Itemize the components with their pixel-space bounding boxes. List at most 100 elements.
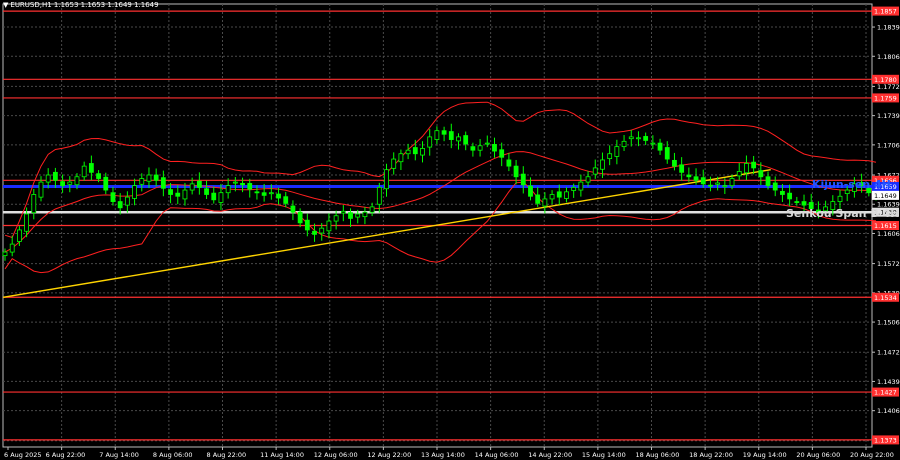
red-level-tag-text: 1.1615 xyxy=(874,222,897,230)
candle-body xyxy=(384,169,389,190)
candle-body xyxy=(535,194,541,204)
candle-body xyxy=(448,131,454,140)
candle-body xyxy=(254,191,260,194)
y-tick-label: 1.1706 xyxy=(877,141,900,149)
candle-body xyxy=(31,194,37,214)
candle-body xyxy=(117,201,123,209)
candle-body xyxy=(650,142,656,145)
red-level-tag-text: 1.1534 xyxy=(874,294,897,302)
candle-body xyxy=(196,180,202,188)
candle-body xyxy=(564,191,569,199)
candle-body xyxy=(794,201,800,203)
candle-body xyxy=(506,159,512,167)
candle-body xyxy=(708,184,713,187)
y-tick-label: 1.1739 xyxy=(877,112,900,120)
candle-body xyxy=(124,196,130,206)
candle-body xyxy=(765,176,771,187)
candle-body xyxy=(672,159,677,167)
candle-body xyxy=(110,192,116,202)
candle-body xyxy=(348,212,353,219)
x-tick-label: 8 Aug 22:00 xyxy=(207,451,247,459)
candle-body xyxy=(628,136,634,140)
candle-body xyxy=(67,181,73,185)
chart-header: ▼ EURUSD,H1 1.1653 1.1653 1.1649 1.1649 xyxy=(3,1,159,9)
candle-body xyxy=(304,219,310,231)
candle-body xyxy=(729,178,735,187)
candle-body xyxy=(614,146,620,157)
candle-body xyxy=(326,220,332,232)
candle-body xyxy=(211,192,217,201)
candle-body xyxy=(463,135,469,145)
candle-body xyxy=(420,148,425,156)
candle-body xyxy=(45,174,51,183)
y-tick-label: 1.1606 xyxy=(877,230,900,238)
y-tick-label: 1.1572 xyxy=(877,260,900,268)
candle-body xyxy=(74,176,80,186)
candle-body xyxy=(146,174,152,182)
candle-body xyxy=(376,187,382,205)
x-tick-label: 11 Aug 14:00 xyxy=(260,451,304,459)
symbol-ohlc-text: EURUSD,H1 1.1653 1.1653 1.1649 1.1649 xyxy=(10,1,159,9)
candle-body xyxy=(780,190,785,195)
y-tick-label: 1.1772 xyxy=(877,83,900,91)
candle-body xyxy=(758,170,764,178)
candle-body xyxy=(96,173,101,179)
candle-body xyxy=(225,185,231,194)
x-tick-label: 14 Aug 06:00 xyxy=(475,451,519,459)
candle-body xyxy=(657,142,663,151)
x-tick-label: 6 Aug 2025 xyxy=(4,451,42,459)
candle-body xyxy=(744,163,749,174)
candle-body xyxy=(787,192,793,200)
candle-body xyxy=(700,177,706,185)
candle-body xyxy=(312,230,317,235)
candle-body xyxy=(513,165,519,178)
candle-body xyxy=(607,153,613,160)
candle-body xyxy=(715,182,721,185)
candle-body xyxy=(103,176,109,191)
candle-body xyxy=(168,189,173,195)
candle-body xyxy=(492,144,497,152)
candle-body xyxy=(542,198,548,207)
candle-body xyxy=(837,195,843,202)
candle-body xyxy=(52,171,58,181)
candle-body xyxy=(686,174,692,178)
candle-body xyxy=(232,181,238,184)
candle-body xyxy=(240,183,245,186)
candle-body xyxy=(528,185,533,197)
senkou-span-b-label: Senkou Span B 4H xyxy=(786,207,900,220)
red-level-tag-text: 1.1373 xyxy=(874,436,897,444)
x-tick-label: 15 Aug 14:00 xyxy=(582,451,626,459)
candle-body xyxy=(153,174,159,181)
candle-body xyxy=(81,165,87,178)
candle-body xyxy=(160,177,166,189)
x-tick-label: 20 Aug 22:00 xyxy=(850,451,894,459)
x-tick-label: 8 Aug 06:00 xyxy=(153,451,193,459)
candle-body xyxy=(290,205,296,213)
candle-body xyxy=(549,194,555,200)
candle-body xyxy=(477,145,483,151)
candle-body xyxy=(751,161,757,169)
candle-body xyxy=(218,192,224,203)
candle-body xyxy=(362,211,368,218)
red-level-tag-text: 1.1759 xyxy=(874,94,897,102)
red-level-tag-text: 1.1427 xyxy=(874,389,897,397)
candle-body xyxy=(434,130,440,140)
candle-body xyxy=(801,201,807,206)
candle-body xyxy=(592,167,598,175)
candle-body xyxy=(484,142,490,145)
candle-body xyxy=(427,136,433,148)
candle-body xyxy=(571,187,577,191)
x-tick-label: 12 Aug 06:00 xyxy=(314,451,358,459)
candle-body xyxy=(261,192,267,196)
red-level-tag-text: 1.1857 xyxy=(874,8,897,16)
candle-body xyxy=(679,164,685,173)
candle-body xyxy=(16,229,22,242)
x-tick-label: 18 Aug 22:00 xyxy=(689,451,733,459)
candle-body xyxy=(276,193,281,199)
candle-body xyxy=(664,147,670,160)
candle-body xyxy=(456,136,461,142)
candle-body xyxy=(182,189,188,200)
candle-body xyxy=(499,149,505,158)
symbol-dropdown-icon[interactable]: ▼ xyxy=(3,1,8,9)
candlestick-chart[interactable]: 6 Aug 2025 6 Aug 22:00 7 Aug 14:00 8 Aug 06… xyxy=(0,0,900,460)
